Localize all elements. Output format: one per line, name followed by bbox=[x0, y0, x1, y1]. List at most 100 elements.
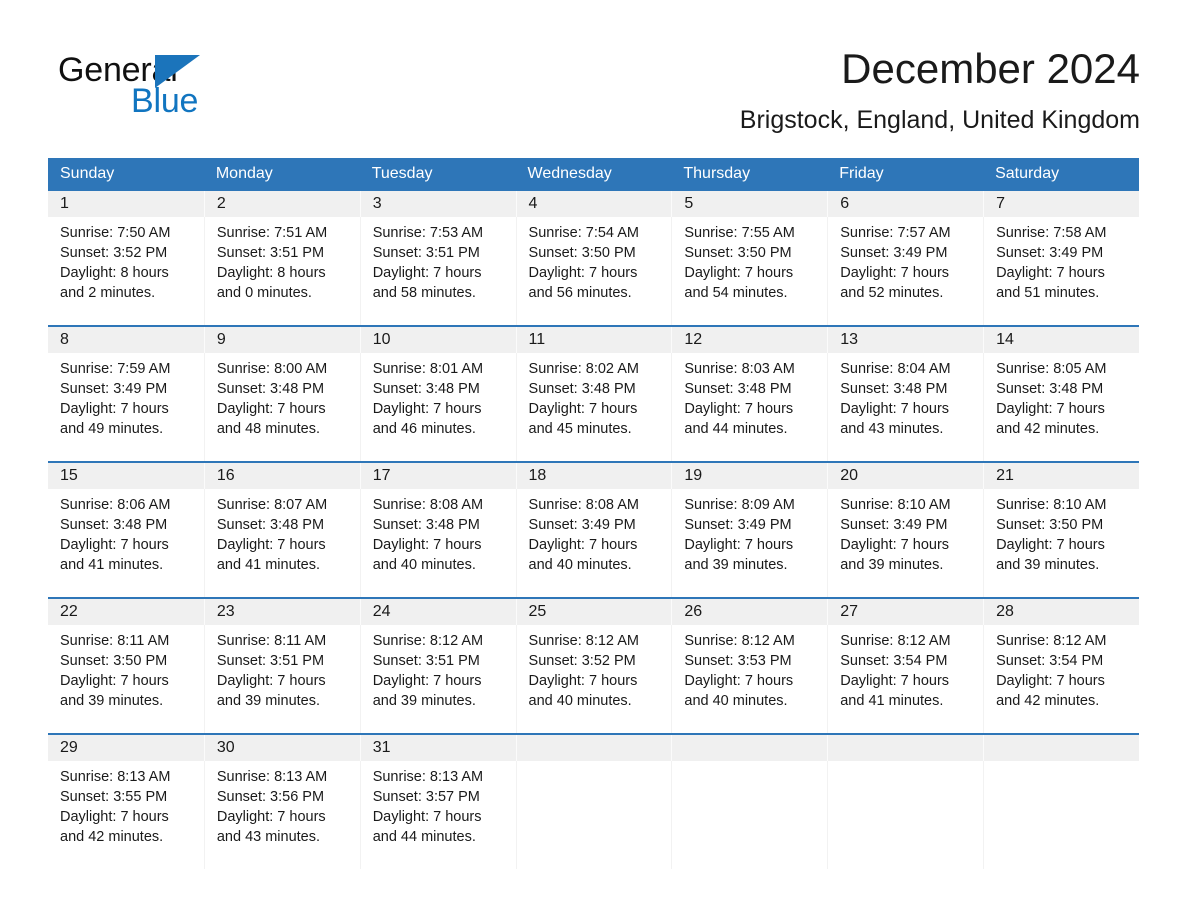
day-number[interactable]: 19 bbox=[671, 463, 827, 489]
day-cell[interactable]: Sunrise: 8:02 AM Sunset: 3:48 PM Dayligh… bbox=[515, 353, 672, 461]
week-detail-band: Sunrise: 7:59 AM Sunset: 3:49 PM Dayligh… bbox=[48, 353, 1139, 461]
day-sun-info: Sunrise: 8:12 AM Sunset: 3:54 PM Dayligh… bbox=[996, 633, 1107, 709]
day-number[interactable]: 17 bbox=[359, 463, 516, 489]
day-number[interactable]: 24 bbox=[359, 599, 516, 625]
logo-text-blue: Blue bbox=[131, 82, 199, 120]
day-cell[interactable]: Sunrise: 8:13 AM Sunset: 3:55 PM Dayligh… bbox=[48, 761, 204, 869]
day-number[interactable]: 16 bbox=[203, 463, 360, 489]
day-sun-info: Sunrise: 7:54 AM Sunset: 3:50 PM Dayligh… bbox=[528, 225, 639, 301]
day-sun-info: Sunrise: 8:13 AM Sunset: 3:56 PM Dayligh… bbox=[216, 769, 328, 845]
weekday-header-friday: Friday bbox=[839, 165, 884, 182]
day-number[interactable]: 26 bbox=[671, 599, 827, 625]
day-sun-info: Sunrise: 8:02 AM Sunset: 3:48 PM Dayligh… bbox=[528, 361, 639, 437]
day-cell[interactable]: Sunrise: 8:13 AM Sunset: 3:57 PM Dayligh… bbox=[359, 761, 516, 869]
day-number[interactable]: 22 bbox=[48, 599, 204, 625]
day-sun-info: Sunrise: 8:08 AM Sunset: 3:48 PM Dayligh… bbox=[372, 497, 484, 573]
day-number[interactable]: 29 bbox=[48, 735, 204, 761]
page-header: General Blue December 2024 Brigstock, En… bbox=[48, 44, 1140, 144]
day-number[interactable]: 28 bbox=[983, 599, 1139, 625]
day-number[interactable]: 5 bbox=[671, 191, 827, 217]
calendar-week-row: 8 9 10 11 12 13 14 Sunrise: 7:59 AM Suns… bbox=[48, 325, 1139, 461]
week-day-number-band: 8 9 10 11 12 13 14 bbox=[48, 327, 1139, 353]
day-number[interactable]: 30 bbox=[203, 735, 360, 761]
day-cell[interactable]: Sunrise: 8:12 AM Sunset: 3:54 PM Dayligh… bbox=[827, 625, 983, 733]
day-cell-empty bbox=[827, 761, 983, 869]
day-cell[interactable]: Sunrise: 8:12 AM Sunset: 3:52 PM Dayligh… bbox=[515, 625, 672, 733]
day-number[interactable]: 9 bbox=[203, 327, 360, 353]
day-cell[interactable]: Sunrise: 8:12 AM Sunset: 3:51 PM Dayligh… bbox=[359, 625, 516, 733]
day-cell[interactable]: Sunrise: 8:06 AM Sunset: 3:48 PM Dayligh… bbox=[48, 489, 204, 597]
day-number[interactable]: 3 bbox=[359, 191, 516, 217]
day-number[interactable]: 18 bbox=[515, 463, 672, 489]
calendar-week-row: 1 2 3 4 5 6 7 Sunrise: 7:50 AM Sunset: 3… bbox=[48, 189, 1139, 325]
day-sun-info: Sunrise: 8:10 AM Sunset: 3:49 PM Dayligh… bbox=[840, 497, 951, 573]
day-number[interactable]: 14 bbox=[983, 327, 1139, 353]
day-number[interactable]: 11 bbox=[515, 327, 672, 353]
weekday-header-thursday: Thursday bbox=[683, 165, 751, 182]
weekday-header-wednesday: Wednesday bbox=[527, 165, 612, 182]
day-number[interactable]: 23 bbox=[203, 599, 360, 625]
day-sun-info: Sunrise: 7:59 AM Sunset: 3:49 PM Dayligh… bbox=[60, 361, 171, 437]
day-sun-info: Sunrise: 8:09 AM Sunset: 3:49 PM Dayligh… bbox=[684, 497, 795, 573]
day-number[interactable]: 13 bbox=[827, 327, 983, 353]
day-cell[interactable]: Sunrise: 8:09 AM Sunset: 3:49 PM Dayligh… bbox=[671, 489, 827, 597]
location-subtitle: Brigstock, England, United Kingdom bbox=[739, 106, 1140, 134]
weekday-header-monday: Monday bbox=[215, 165, 273, 182]
day-cell[interactable]: Sunrise: 8:05 AM Sunset: 3:48 PM Dayligh… bbox=[983, 353, 1139, 461]
day-cell[interactable]: Sunrise: 8:04 AM Sunset: 3:48 PM Dayligh… bbox=[827, 353, 983, 461]
day-number[interactable]: 31 bbox=[359, 735, 516, 761]
day-number[interactable]: 1 bbox=[48, 191, 204, 217]
day-sun-info: Sunrise: 8:10 AM Sunset: 3:50 PM Dayligh… bbox=[996, 497, 1107, 573]
day-cell[interactable]: Sunrise: 7:57 AM Sunset: 3:49 PM Dayligh… bbox=[827, 217, 983, 325]
day-cell[interactable]: Sunrise: 7:51 AM Sunset: 3:51 PM Dayligh… bbox=[203, 217, 360, 325]
day-cell[interactable]: Sunrise: 8:08 AM Sunset: 3:48 PM Dayligh… bbox=[359, 489, 516, 597]
day-number[interactable]: 6 bbox=[827, 191, 983, 217]
day-sun-info: Sunrise: 8:11 AM Sunset: 3:50 PM Dayligh… bbox=[60, 633, 170, 709]
general-blue-logo[interactable]: General Blue bbox=[58, 50, 258, 122]
calendar-week-row: 15 16 17 18 19 20 21 Sunrise: 8:06 AM Su… bbox=[48, 461, 1139, 597]
day-number[interactable]: 2 bbox=[203, 191, 360, 217]
day-sun-info: Sunrise: 7:50 AM Sunset: 3:52 PM Dayligh… bbox=[60, 225, 171, 301]
week-detail-band: Sunrise: 8:06 AM Sunset: 3:48 PM Dayligh… bbox=[48, 489, 1139, 597]
day-cell[interactable]: Sunrise: 7:53 AM Sunset: 3:51 PM Dayligh… bbox=[359, 217, 516, 325]
day-number[interactable]: 10 bbox=[359, 327, 516, 353]
title-block: December 2024 Brigstock, England, United… bbox=[440, 44, 1140, 135]
day-sun-info: Sunrise: 8:13 AM Sunset: 3:57 PM Dayligh… bbox=[372, 769, 484, 845]
day-number[interactable]: 12 bbox=[671, 327, 827, 353]
day-cell[interactable]: Sunrise: 7:54 AM Sunset: 3:50 PM Dayligh… bbox=[515, 217, 672, 325]
day-cell[interactable]: Sunrise: 7:55 AM Sunset: 3:50 PM Dayligh… bbox=[671, 217, 827, 325]
day-sun-info: Sunrise: 8:12 AM Sunset: 3:51 PM Dayligh… bbox=[372, 633, 484, 709]
day-sun-info: Sunrise: 7:58 AM Sunset: 3:49 PM Dayligh… bbox=[996, 225, 1107, 301]
day-cell[interactable]: Sunrise: 8:00 AM Sunset: 3:48 PM Dayligh… bbox=[203, 353, 360, 461]
day-number-empty bbox=[983, 735, 1139, 761]
day-number[interactable]: 4 bbox=[515, 191, 672, 217]
day-sun-info: Sunrise: 8:03 AM Sunset: 3:48 PM Dayligh… bbox=[684, 361, 795, 437]
day-cell[interactable]: Sunrise: 8:01 AM Sunset: 3:48 PM Dayligh… bbox=[359, 353, 516, 461]
day-cell[interactable]: Sunrise: 8:08 AM Sunset: 3:49 PM Dayligh… bbox=[515, 489, 672, 597]
day-cell[interactable]: Sunrise: 8:10 AM Sunset: 3:50 PM Dayligh… bbox=[983, 489, 1139, 597]
day-number[interactable]: 8 bbox=[48, 327, 204, 353]
day-sun-info: Sunrise: 8:12 AM Sunset: 3:52 PM Dayligh… bbox=[528, 633, 639, 709]
day-cell[interactable]: Sunrise: 8:11 AM Sunset: 3:50 PM Dayligh… bbox=[48, 625, 204, 733]
day-number[interactable]: 27 bbox=[827, 599, 983, 625]
day-number-empty bbox=[827, 735, 983, 761]
day-number[interactable]: 7 bbox=[983, 191, 1139, 217]
day-cell[interactable]: Sunrise: 8:13 AM Sunset: 3:56 PM Dayligh… bbox=[203, 761, 360, 869]
day-number[interactable]: 20 bbox=[827, 463, 983, 489]
day-cell[interactable]: Sunrise: 7:59 AM Sunset: 3:49 PM Dayligh… bbox=[48, 353, 204, 461]
day-sun-info: Sunrise: 8:13 AM Sunset: 3:55 PM Dayligh… bbox=[60, 769, 171, 845]
day-sun-info: Sunrise: 8:12 AM Sunset: 3:53 PM Dayligh… bbox=[684, 633, 795, 709]
day-cell[interactable]: Sunrise: 7:50 AM Sunset: 3:52 PM Dayligh… bbox=[48, 217, 204, 325]
day-cell[interactable]: Sunrise: 8:12 AM Sunset: 3:53 PM Dayligh… bbox=[671, 625, 827, 733]
calendar-week-row: 29 30 31 Sunrise: 8:13 AM Sunset: 3:55 P… bbox=[48, 733, 1139, 869]
calendar-grid: Sunday Monday Tuesday Wednesday Thursday… bbox=[48, 158, 1139, 869]
day-cell[interactable]: Sunrise: 8:11 AM Sunset: 3:51 PM Dayligh… bbox=[203, 625, 360, 733]
day-cell[interactable]: Sunrise: 8:10 AM Sunset: 3:49 PM Dayligh… bbox=[827, 489, 983, 597]
day-cell[interactable]: Sunrise: 8:03 AM Sunset: 3:48 PM Dayligh… bbox=[671, 353, 827, 461]
day-cell[interactable]: Sunrise: 8:07 AM Sunset: 3:48 PM Dayligh… bbox=[203, 489, 360, 597]
day-number[interactable]: 15 bbox=[48, 463, 204, 489]
day-cell[interactable]: Sunrise: 8:12 AM Sunset: 3:54 PM Dayligh… bbox=[983, 625, 1139, 733]
day-number[interactable]: 25 bbox=[515, 599, 672, 625]
day-number[interactable]: 21 bbox=[983, 463, 1139, 489]
day-cell[interactable]: Sunrise: 7:58 AM Sunset: 3:49 PM Dayligh… bbox=[983, 217, 1139, 325]
